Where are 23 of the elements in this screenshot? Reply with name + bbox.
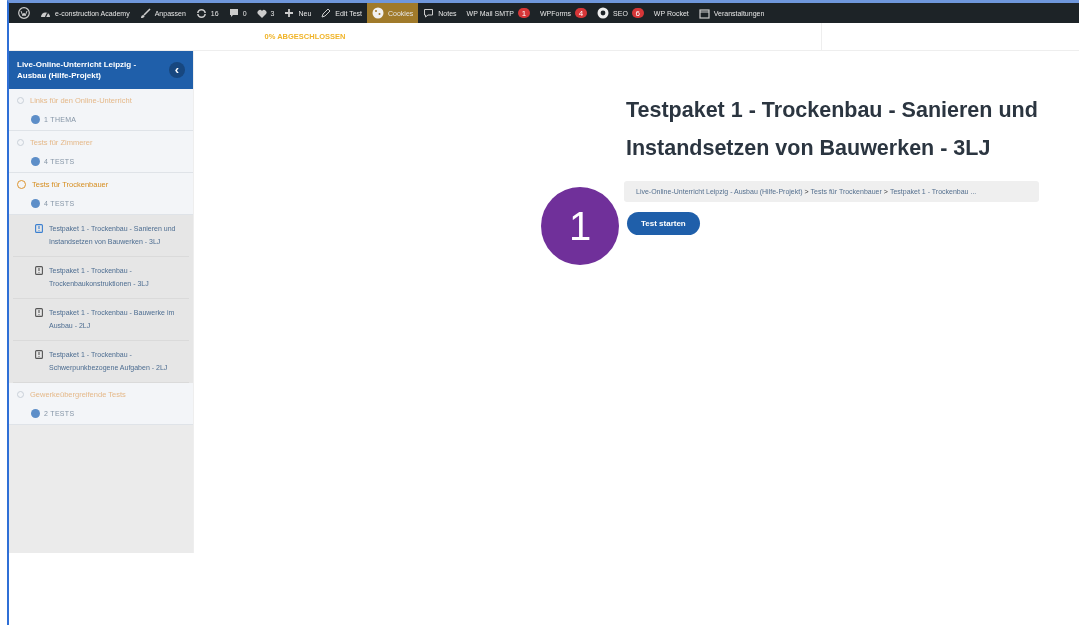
- comment-icon: [228, 8, 239, 18]
- calendar-icon: [698, 7, 710, 19]
- wordpress-logo-icon[interactable]: [18, 7, 30, 19]
- brush-icon: [139, 7, 151, 19]
- start-test-button[interactable]: Test starten: [627, 212, 700, 235]
- quiz-title: Testpaket 1 - Trockenbau - Sanieren und Instandsetzen von Bauwerken - 3LJ: [626, 97, 1039, 162]
- progress-dot-icon: [31, 157, 40, 166]
- seo-icon: [597, 7, 610, 19]
- count-badge: 6: [631, 8, 644, 18]
- progress-dot-icon: [31, 409, 40, 418]
- progress-dot-icon: [31, 199, 40, 208]
- plus-icon: [284, 8, 295, 18]
- pencil-icon: [321, 8, 332, 18]
- course-title: Live-Online-Unterricht Leipzig - Ausbau (Hilfe-Projekt): [17, 59, 138, 81]
- step-marker: 1: [541, 187, 619, 265]
- count-badge: 1: [517, 8, 530, 18]
- refresh-icon: [195, 7, 207, 19]
- collapse-button[interactable]: ‹: [169, 62, 185, 78]
- heart-icon: [256, 8, 267, 18]
- count-badge: 4: [575, 8, 588, 18]
- progress-dot-icon: [31, 115, 40, 124]
- chat-icon: [423, 8, 435, 18]
- cookie-icon: [372, 7, 384, 19]
